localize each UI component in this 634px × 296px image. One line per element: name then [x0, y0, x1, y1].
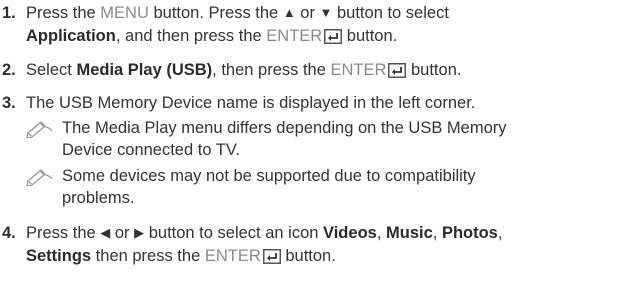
- text-run: button. Press the: [148, 4, 283, 22]
- note-line: Some devices may not be supported due to…: [62, 167, 476, 185]
- text-run: Press the: [26, 224, 101, 242]
- down-arrow-icon: ▼: [319, 5, 333, 20]
- instruction-page: 1. Press the MENU button. Press the ▲ or…: [0, 0, 634, 296]
- text-run: ,: [432, 224, 442, 242]
- text-run: button.: [406, 61, 462, 79]
- text-run: button.: [280, 247, 336, 265]
- note-line: The Media Play menu differs depending on…: [62, 119, 507, 137]
- text-run: Press the: [26, 4, 101, 22]
- text-run: button to select: [332, 4, 449, 22]
- videos-term: Videos: [323, 224, 377, 242]
- note-text: The Media Play menu differs depending on…: [62, 117, 632, 161]
- pencil-note-icon: [26, 169, 53, 186]
- music-term: Music: [386, 224, 433, 242]
- step-text: Select Media Play (USB), then press the …: [26, 59, 632, 81]
- text-run: , and then press the: [115, 27, 267, 45]
- text-run: ,: [497, 224, 503, 242]
- step-text: Press the ◀ or ▶ button to select an ico…: [26, 222, 632, 267]
- step-line: Settings then press the ENTER button.: [26, 245, 632, 267]
- text-run: then press the: [91, 247, 205, 265]
- enter-key-label: ENTER: [204, 247, 261, 265]
- text-run: button.: [342, 27, 398, 45]
- right-arrow-icon: ▶: [134, 225, 145, 240]
- enter-key-label: ENTER: [266, 27, 323, 45]
- step-number: 4.: [2, 224, 16, 242]
- step-line: Select Media Play (USB), then press the …: [26, 59, 632, 81]
- step-number: 2.: [2, 61, 16, 79]
- step-line: Press the ◀ or ▶ button to select an ico…: [26, 222, 632, 245]
- step-text: Press the MENU button. Press the ▲ or ▼ …: [26, 2, 632, 47]
- enter-key-label: ENTER: [330, 61, 387, 79]
- step-number: 3.: [2, 94, 16, 112]
- photos-term: Photos: [441, 224, 498, 242]
- step-text: The USB Memory Device name is displayed …: [26, 92, 632, 114]
- text-run: or: [295, 4, 320, 22]
- step-line: Press the MENU button. Press the ▲ or ▼ …: [26, 2, 632, 25]
- note-text: Some devices may not be supported due to…: [62, 165, 632, 209]
- enter-key-icon: [388, 63, 407, 78]
- pencil-note-icon: [26, 121, 53, 138]
- text-run: , then press the: [212, 61, 331, 79]
- menu-key-label: MENU: [100, 4, 149, 22]
- note-line: Device connected to TV.: [62, 141, 240, 159]
- application-term: Application: [26, 27, 116, 45]
- step-number: 1.: [2, 4, 16, 22]
- media-play-usb-term: Media Play (USB): [76, 61, 213, 79]
- left-arrow-icon: ◀: [100, 225, 111, 240]
- text-run: Select: [26, 61, 77, 79]
- text-run: ,: [376, 224, 386, 242]
- enter-key-icon: [324, 29, 343, 44]
- step-line: The USB Memory Device name is displayed …: [26, 94, 476, 112]
- step-line: Application, and then press the ENTER bu…: [26, 25, 632, 47]
- settings-term: Settings: [26, 247, 92, 265]
- note-line: problems.: [62, 189, 135, 207]
- up-arrow-icon: ▲: [282, 5, 296, 20]
- enter-key-icon: [262, 249, 281, 264]
- text-run: or: [110, 224, 135, 242]
- text-run: button to select an icon: [144, 224, 324, 242]
